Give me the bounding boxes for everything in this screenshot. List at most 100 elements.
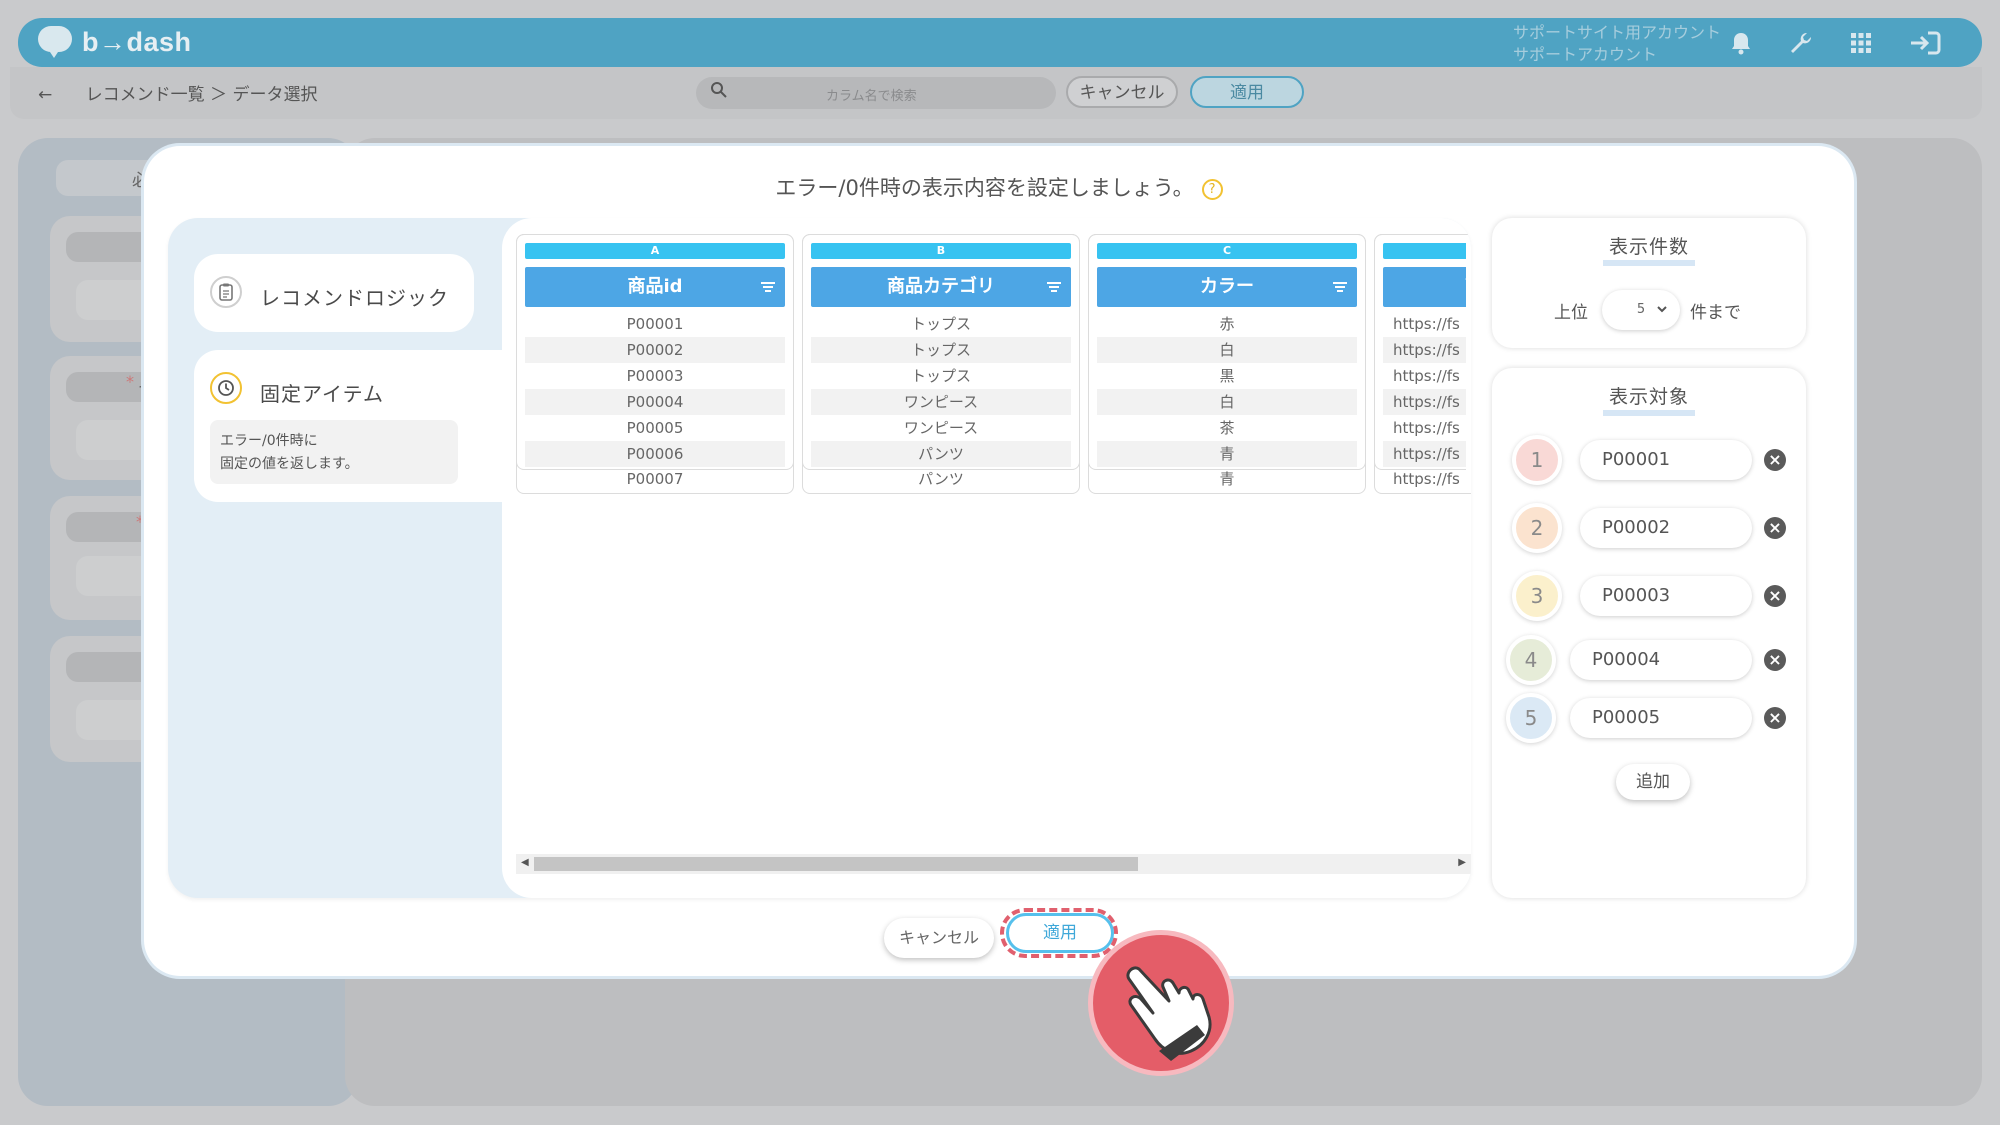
display-count-card: 表示件数 上位 5 件まで [1492, 218, 1806, 348]
table-cell: トップス [910, 315, 971, 333]
recommend-logic-option[interactable]: レコメンドロジック [194, 254, 474, 332]
column-header[interactable]: 商品カテゴリ [811, 267, 1071, 307]
column-header-label: 商品id [627, 276, 683, 297]
table-cell: https://fs [1393, 419, 1460, 437]
grid-icon[interactable] [1848, 30, 1874, 56]
target-value-input[interactable]: P00003 [1580, 576, 1752, 616]
remove-icon[interactable]: × [1764, 449, 1786, 471]
target-value-input[interactable]: P00002 [1580, 508, 1752, 548]
app-logo[interactable]: b→dash [38, 24, 192, 60]
column-search-input[interactable]: カラム名で検索 [696, 77, 1056, 109]
target-value-input[interactable]: P00001 [1580, 440, 1752, 480]
target-rank-badge: 2 [1512, 503, 1562, 553]
target-item-5: 5 P00005 × [1492, 690, 1806, 746]
wrench-icon[interactable] [1788, 30, 1814, 56]
column-card-c[interactable]: C カラー 赤 白 黒 白 茶 青 [1088, 234, 1366, 470]
target-rank-badge: 5 [1506, 693, 1556, 743]
table-last-row: P00007 パンツ 青 https://fs [516, 466, 1466, 492]
table-cell: 青 [1219, 470, 1235, 488]
logo-bubble-icon [38, 26, 74, 58]
column-card-a[interactable]: A 商品id P00001 P00002 P00003 P00004 P0000… [516, 234, 794, 470]
target-item-3: 3 P00003 × [1492, 568, 1806, 624]
modal-cancel-button[interactable]: キャンセル [884, 918, 994, 958]
column-header-label: カラー [1200, 276, 1254, 297]
display-count-select[interactable]: 5 [1602, 290, 1680, 330]
table-cell: P00007 [626, 470, 684, 488]
display-targets-card: 表示対象 1 P00001 × 2 P00002 × 3 P00003 × 4 … [1492, 368, 1806, 898]
column-card-d[interactable]: 商 https://fs https://fs https://fs https… [1374, 234, 1466, 470]
table-cell: 黒 [1219, 367, 1235, 385]
account-line-2: サポートアカウント [1513, 45, 1658, 64]
background-required-mark: * [126, 372, 134, 391]
search-icon [710, 81, 728, 104]
data-table-area: A 商品id P00001 P00002 P00003 P00004 P0000… [502, 218, 1471, 898]
table-cell: P00004 [525, 389, 785, 415]
fixed-item-option[interactable]: 固定アイテム エラー/0件時に 固定の値を返します。 [194, 350, 514, 502]
scroll-left-icon[interactable]: ◀ [521, 857, 529, 868]
recommend-logic-label: レコメンドロジック [260, 286, 449, 310]
click-hand-icon [1088, 930, 1234, 1076]
table-cell: パンツ [918, 470, 964, 488]
target-value-input[interactable]: P00004 [1570, 640, 1752, 680]
target-rank-badge: 3 [1512, 571, 1562, 621]
table-cell: P00005 [626, 419, 684, 437]
modal-title: エラー/0件時の表示内容を設定しましょう。? [144, 172, 1854, 202]
modal-title-text: エラー/0件時の表示内容を設定しましょう。 [775, 176, 1194, 200]
filter-icon[interactable] [1333, 282, 1347, 292]
table-cell: 青 [1097, 441, 1357, 467]
top-navigation-bar: b→dash サポートサイト用アカウント サポートアカウント [18, 18, 1982, 67]
help-icon[interactable]: ? [1201, 179, 1223, 200]
column-card-b[interactable]: B 商品カテゴリ トップス トップス トップス ワンピース ワンピース パンツ [802, 234, 1080, 470]
toolbar-cancel-button[interactable]: キャンセル [1066, 76, 1178, 108]
display-targets-title: 表示対象 [1492, 384, 1806, 416]
back-arrow-icon[interactable]: ← [38, 85, 52, 105]
chevron-down-icon [1656, 290, 1668, 330]
table-cell: ワンピース [903, 419, 979, 437]
column-letter [1383, 243, 1466, 259]
table-cell: P00003 [626, 367, 684, 385]
target-item-2: 2 P00002 × [1492, 500, 1806, 556]
scrollbar-thumb[interactable] [534, 857, 1138, 871]
remove-icon[interactable]: × [1764, 649, 1786, 671]
remove-icon[interactable]: × [1764, 585, 1786, 607]
search-placeholder: カラム名で検索 [826, 89, 917, 104]
remove-icon[interactable]: × [1764, 517, 1786, 539]
modal-apply-button[interactable]: 適用 [1006, 913, 1114, 953]
remove-icon[interactable]: × [1764, 707, 1786, 729]
table-cell: https://fs [1393, 315, 1460, 333]
target-rank-badge: 4 [1506, 635, 1556, 685]
column-header[interactable]: 商品id [525, 267, 785, 307]
table-cell: P00006 [525, 441, 785, 467]
display-count-prefix: 上位 [1554, 303, 1588, 323]
target-item-4: 4 P00004 × [1492, 632, 1806, 688]
horizontal-scrollbar[interactable]: ◀ ▶ [516, 854, 1471, 874]
table-cell: 白 [1097, 337, 1357, 363]
table-cell: https://fs [1383, 337, 1466, 363]
table-cell: ワンピース [811, 389, 1071, 415]
target-item-1: 1 P00001 × [1492, 432, 1806, 488]
breadcrumb-text: レコメンド一覧 ＞ データ選択 [85, 85, 318, 105]
filter-icon[interactable] [1047, 282, 1061, 292]
column-header[interactable]: 商 [1383, 267, 1466, 307]
clipboard-icon [210, 276, 242, 308]
clock-icon [210, 372, 242, 404]
display-count-suffix: 件まで [1690, 303, 1741, 323]
account-info[interactable]: サポートサイト用アカウント サポートアカウント [1513, 22, 1721, 66]
toolbar-apply-button[interactable]: 適用 [1190, 76, 1304, 108]
column-cards: A 商品id P00001 P00002 P00003 P00004 P0000… [516, 234, 1466, 474]
fixed-item-label: 固定アイテム [260, 382, 384, 406]
column-letter: C [1097, 243, 1357, 259]
add-target-button[interactable]: 追加 [1616, 764, 1690, 800]
filter-icon[interactable] [761, 282, 775, 292]
bell-icon[interactable] [1728, 30, 1754, 56]
table-cell: 赤 [1219, 315, 1235, 333]
column-header-label: 商 [1465, 276, 1466, 297]
fixed-item-desc-line-1: エラー/0件時に [220, 433, 318, 449]
table-cell: https://fs [1393, 367, 1460, 385]
logout-icon[interactable] [1908, 30, 1942, 56]
target-value-input[interactable]: P00005 [1570, 698, 1752, 738]
column-letter: A [525, 243, 785, 259]
column-header-label: 商品カテゴリ [887, 276, 995, 297]
column-header[interactable]: カラー [1097, 267, 1357, 307]
scroll-right-icon[interactable]: ▶ [1458, 857, 1466, 868]
